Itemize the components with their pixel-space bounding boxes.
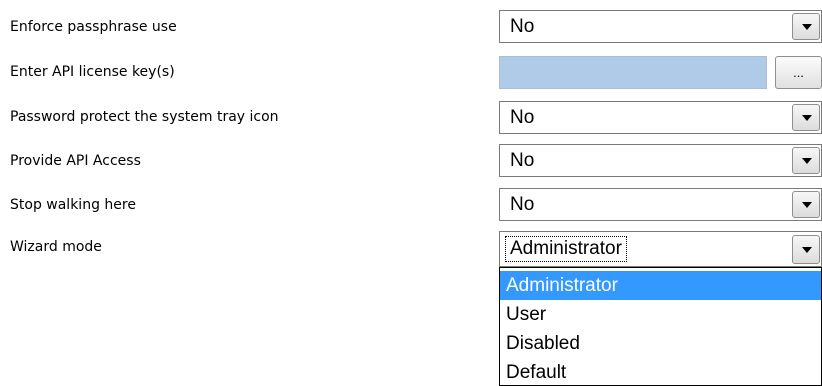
wizard-mode-option-administrator[interactable]: Administrator bbox=[500, 271, 821, 300]
wizard-mode-option-default[interactable]: Default bbox=[500, 358, 821, 385]
enforce-passphrase-label: Enforce passphrase use bbox=[10, 19, 177, 35]
stop-walking-value: No bbox=[510, 194, 535, 215]
enforce-passphrase-select[interactable]: No bbox=[499, 10, 822, 43]
enforce-passphrase-value: No bbox=[510, 16, 535, 37]
stop-walking-label: Stop walking here bbox=[10, 197, 136, 213]
password-tray-value: No bbox=[510, 107, 535, 128]
chevron-down-icon bbox=[802, 24, 812, 30]
api-license-input[interactable] bbox=[499, 56, 767, 89]
wizard-mode-label: Wizard mode bbox=[10, 239, 102, 255]
chevron-down-icon bbox=[802, 158, 812, 164]
api-license-browse-button[interactable]: ... bbox=[775, 56, 822, 89]
api-access-dropdown-button[interactable] bbox=[792, 147, 820, 174]
api-access-value: No bbox=[510, 150, 535, 171]
api-license-label: Enter API license key(s) bbox=[10, 64, 175, 80]
stop-walking-select[interactable]: No bbox=[499, 188, 822, 221]
chevron-down-icon bbox=[802, 247, 812, 253]
wizard-mode-select[interactable]: Administrator bbox=[499, 231, 822, 267]
api-access-select[interactable]: No bbox=[499, 144, 822, 177]
password-tray-dropdown-button[interactable] bbox=[792, 104, 820, 131]
wizard-mode-value: Administrator bbox=[505, 236, 627, 262]
password-tray-label: Password protect the system tray icon bbox=[10, 109, 279, 125]
wizard-mode-option-disabled[interactable]: Disabled bbox=[500, 329, 821, 358]
enforce-passphrase-dropdown-button[interactable] bbox=[792, 13, 820, 40]
wizard-mode-options-list: Administrator User Disabled Default bbox=[499, 267, 822, 386]
api-access-label: Provide API Access bbox=[10, 153, 141, 169]
wizard-mode-dropdown-button[interactable] bbox=[792, 235, 820, 264]
chevron-down-icon bbox=[802, 115, 812, 121]
password-tray-select[interactable]: No bbox=[499, 101, 822, 134]
wizard-mode-option-user[interactable]: User bbox=[500, 300, 821, 329]
chevron-down-icon bbox=[802, 202, 812, 208]
stop-walking-dropdown-button[interactable] bbox=[792, 191, 820, 218]
